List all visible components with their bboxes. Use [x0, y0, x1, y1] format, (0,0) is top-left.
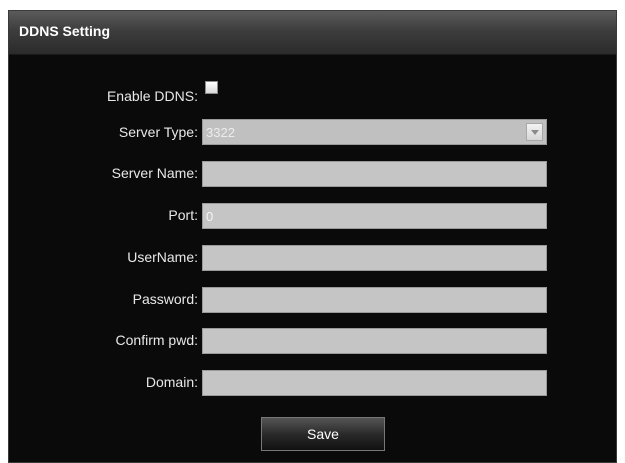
username-input[interactable]	[202, 245, 547, 271]
ddns-setting-panel: DDNS Setting Enable DDNS: Server Type: 3…	[8, 10, 617, 463]
save-button[interactable]: Save	[261, 417, 385, 451]
port-input[interactable]	[202, 203, 547, 229]
password-label: Password:	[132, 291, 198, 307]
server-name-input[interactable]	[202, 161, 547, 187]
title-bar: DDNS Setting	[9, 11, 616, 55]
domain-label: Domain:	[145, 374, 198, 390]
server-name-label: Server Name:	[111, 165, 198, 181]
confirm-pwd-input[interactable]	[202, 328, 547, 354]
password-input[interactable]	[202, 287, 547, 313]
confirm-pwd-label: Confirm pwd:	[115, 332, 198, 348]
enable-ddns-label: Enable DDNS:	[106, 88, 198, 104]
panel-title: DDNS Setting	[19, 23, 110, 39]
server-type-label: Server Type:	[118, 124, 198, 140]
server-type-select[interactable]: 3322	[202, 119, 547, 145]
domain-input[interactable]	[202, 370, 547, 396]
username-label: UserName:	[127, 249, 198, 265]
enable-ddns-checkbox[interactable]	[205, 81, 218, 94]
server-type-value: 3322	[206, 125, 235, 140]
chevron-down-icon[interactable]	[526, 123, 543, 141]
port-label: Port:	[168, 207, 198, 223]
